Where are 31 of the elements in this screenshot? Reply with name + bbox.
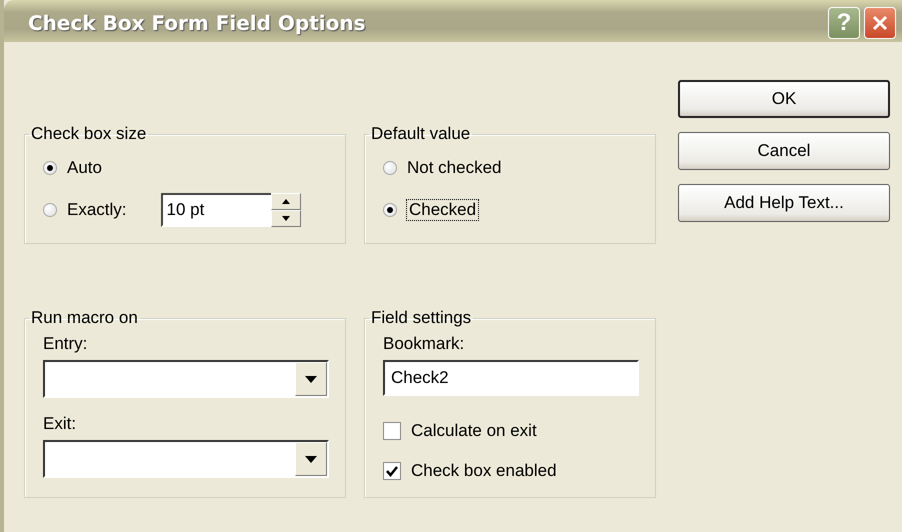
radio-icon[interactable] — [383, 203, 397, 217]
checkbox[interactable] — [383, 462, 401, 480]
field-label: Entry: — [43, 334, 88, 354]
close-button[interactable] — [864, 7, 896, 39]
macro-dropdown[interactable] — [43, 440, 329, 478]
close-icon[interactable] — [871, 14, 889, 32]
radio-icon[interactable] — [383, 161, 397, 175]
checkbox-label[interactable]: Check box enabled — [411, 461, 557, 481]
group-title: Check box size — [30, 124, 148, 144]
checkbox[interactable] — [383, 422, 401, 440]
radio-icon[interactable] — [43, 203, 57, 217]
radio-option[interactable]: Not checked — [383, 150, 639, 186]
radio-option[interactable]: Exactly: — [43, 192, 131, 228]
field-label: Exit: — [43, 414, 78, 434]
dialog-button[interactable]: Add Help Text... — [678, 184, 890, 222]
checkbox-label[interactable]: Calculate on exit — [411, 421, 537, 441]
spin-down-icon[interactable] — [270, 210, 301, 227]
radio-icon[interactable] — [43, 161, 57, 175]
window-title: Check Box Form Field Options — [28, 11, 367, 35]
group-title: Default value — [370, 124, 472, 144]
bookmark-field[interactable]: Check2 — [383, 360, 639, 396]
dialog-button[interactable]: OK — [678, 80, 890, 118]
macro-dropdown[interactable] — [43, 360, 329, 398]
field-label: Bookmark: — [383, 334, 466, 354]
dialog-button[interactable]: Cancel — [678, 132, 890, 170]
size-field[interactable]: 10 pt — [160, 193, 271, 227]
group-title: Run macro on — [30, 308, 139, 328]
radio-option[interactable]: Auto — [43, 150, 329, 186]
group-title: Field settings — [370, 308, 472, 328]
radio-option[interactable]: Checked — [383, 192, 639, 228]
spin-up-icon[interactable] — [270, 193, 301, 210]
